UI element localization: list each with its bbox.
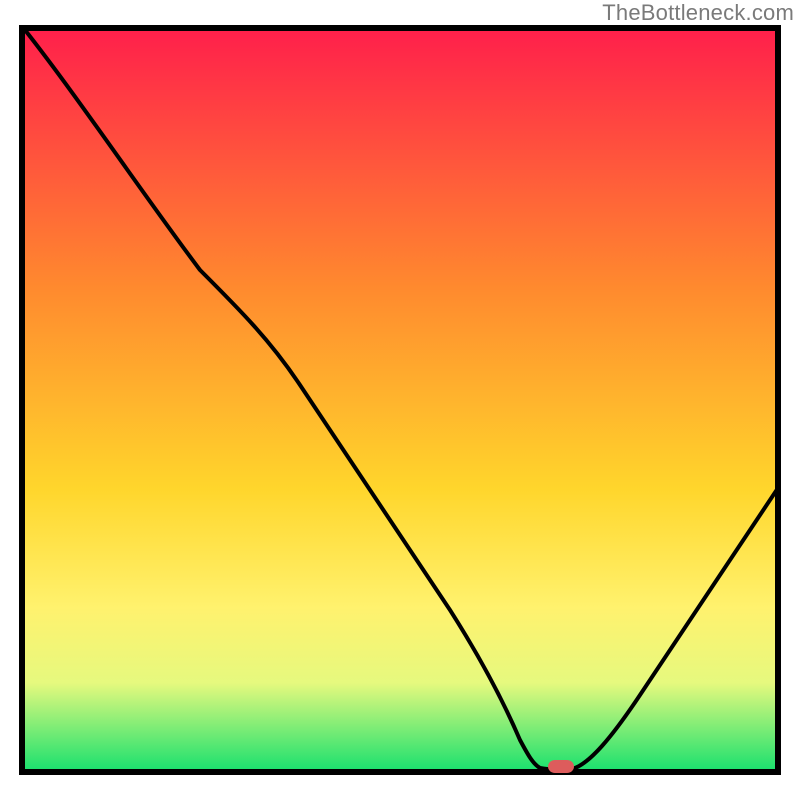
- minimum-marker: [548, 760, 574, 773]
- plot-area: [22, 28, 778, 773]
- bottleneck-chart: [0, 0, 800, 800]
- chart-container: TheBottleneck.com: [0, 0, 800, 800]
- attribution-label: TheBottleneck.com: [602, 0, 794, 26]
